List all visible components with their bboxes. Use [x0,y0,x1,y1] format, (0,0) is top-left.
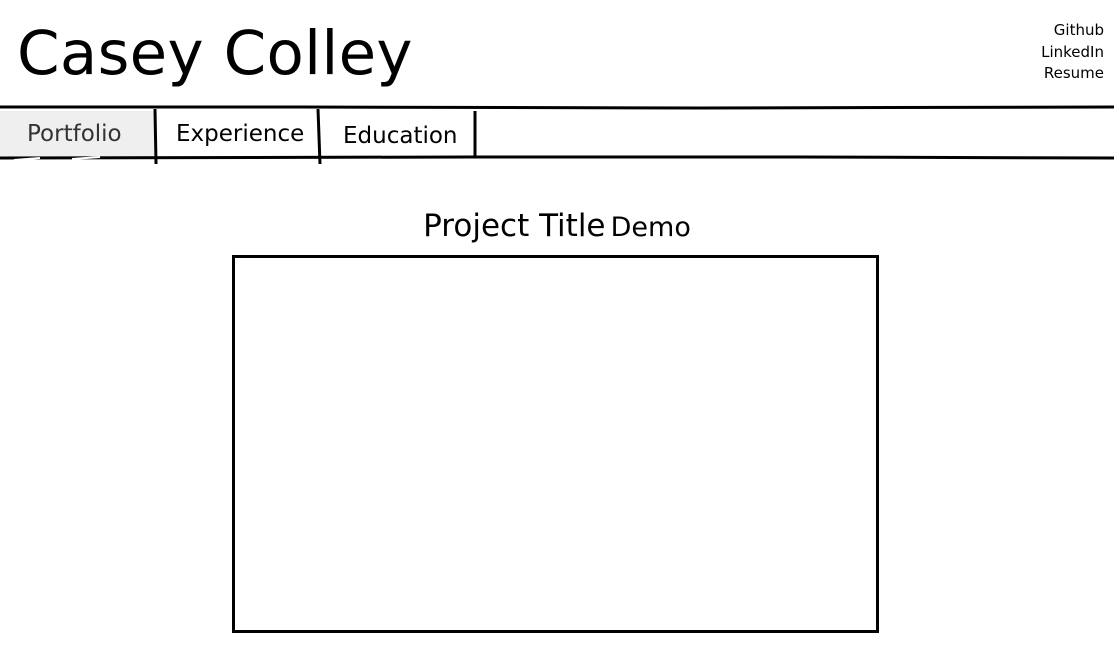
project-demo-frame[interactable] [232,255,879,633]
linkedin-link[interactable]: LinkedIn [1041,42,1104,64]
tab-education[interactable]: Education [343,121,458,151]
project-heading: Project Title Demo [0,208,1114,244]
resume-link[interactable]: Resume [1041,63,1104,85]
demo-label: Demo [610,212,691,243]
tab-portfolio[interactable]: Portfolio [27,119,122,149]
project-title: Project Title [423,208,606,244]
site-name: Casey Colley [17,18,413,89]
github-link[interactable]: Github [1041,20,1104,42]
external-links: Github LinkedIn Resume [1041,20,1104,85]
nav-bar-outline [0,105,1114,165]
tab-experience[interactable]: Experience [176,119,304,149]
